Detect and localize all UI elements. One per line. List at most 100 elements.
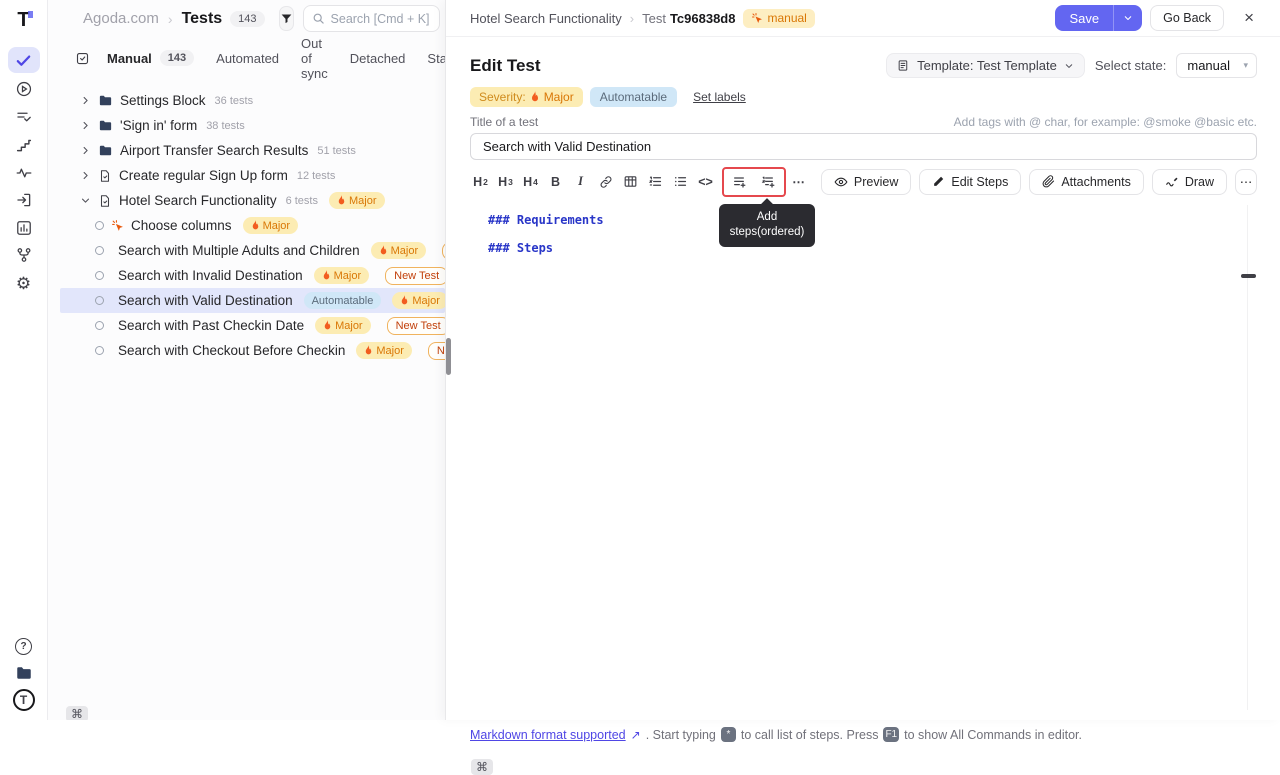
- actions-more-button[interactable]: ⋯: [1235, 169, 1257, 195]
- nav-settings[interactable]: ⚙: [8, 270, 40, 296]
- projects-button[interactable]: [8, 660, 40, 686]
- severity-label: Major: [349, 195, 377, 207]
- heading4-button[interactable]: H4: [520, 170, 541, 194]
- severity-badge[interactable]: Severity: Major: [470, 87, 583, 107]
- tree-folder-sign-in-form[interactable]: 'Sign in' form 38 tests: [48, 113, 445, 138]
- play-circle-icon: [15, 80, 33, 98]
- test-status-circle[interactable]: [95, 346, 104, 355]
- tree-test-past-checkin[interactable]: Search with Past Checkin Date Major New …: [48, 313, 445, 338]
- nav-plans[interactable]: [8, 104, 40, 130]
- save-options-button[interactable]: [1114, 5, 1142, 31]
- tab-out-of-sync[interactable]: Out of sync: [301, 36, 328, 81]
- nav-tests[interactable]: [8, 47, 40, 73]
- select-arrow-icon: ▾: [1243, 60, 1248, 71]
- link-button[interactable]: [595, 170, 616, 194]
- profile-button[interactable]: T: [8, 687, 40, 713]
- attachments-button[interactable]: Attachments: [1029, 169, 1143, 195]
- eye-icon: [834, 175, 848, 189]
- test-status-circle[interactable]: [95, 296, 104, 305]
- link-icon: [599, 175, 613, 189]
- tree-scrollbar-thumb[interactable]: [446, 338, 451, 375]
- markdown-editor[interactable]: ### Requirements ### Steps: [470, 206, 1257, 262]
- search-input[interactable]: [331, 12, 431, 26]
- state-select[interactable]: manual ▾: [1176, 53, 1257, 78]
- git-branch-icon: [15, 246, 33, 264]
- search-box[interactable]: [303, 5, 440, 32]
- tests-tree: Settings Block 36 tests 'Sign in' form 3…: [48, 88, 445, 363]
- markdown-help-link[interactable]: Markdown format supported: [470, 728, 626, 742]
- test-status-circle[interactable]: [95, 246, 104, 255]
- go-back-button[interactable]: Go Back: [1150, 5, 1224, 31]
- save-button[interactable]: Save: [1055, 5, 1113, 31]
- table-button[interactable]: [620, 170, 641, 194]
- nav-branches[interactable]: [8, 242, 40, 268]
- code-button[interactable]: <>: [695, 170, 716, 194]
- preview-button[interactable]: Preview: [821, 169, 911, 195]
- tree-test-valid-destination[interactable]: Search with Valid Destination Automatabl…: [60, 288, 445, 313]
- tab-starred[interactable]: Starred: [427, 51, 445, 66]
- draw-pen-icon: [1165, 175, 1179, 189]
- nav-analytics[interactable]: [8, 215, 40, 241]
- drawer-close-button[interactable]: ×: [1238, 8, 1260, 28]
- breadcrumb-section[interactable]: Tests: [182, 10, 223, 28]
- tree-suite-create-sign-up[interactable]: Create regular Sign Up form 12 tests: [48, 163, 445, 188]
- bold-button[interactable]: B: [545, 170, 566, 194]
- folder-count: 51 tests: [317, 145, 356, 157]
- test-title-input[interactable]: [470, 133, 1257, 160]
- tests-filter-tabs: Manual143 Automated Out of sync Detached…: [48, 44, 445, 72]
- nav-runs[interactable]: [8, 76, 40, 102]
- tab-manual[interactable]: Manual143: [107, 50, 194, 66]
- app-logo[interactable]: T: [8, 7, 40, 33]
- severity-badge: Major: [371, 242, 427, 259]
- breadcrumb-parent[interactable]: Hotel Search Functionality: [470, 11, 622, 26]
- tab-detached[interactable]: Detached: [350, 51, 406, 66]
- heading2-button[interactable]: H2: [470, 170, 491, 194]
- tests-count-badge: 143: [230, 11, 264, 27]
- icon-rail: T ⚙ ?: [0, 0, 48, 720]
- tree-folder-airport-transfer[interactable]: Airport Transfer Search Results 51 tests: [48, 138, 445, 163]
- breadcrumb-project[interactable]: Agoda.com: [83, 10, 159, 27]
- select-all-button[interactable]: [75, 51, 90, 66]
- test-name: Search with Past Checkin Date: [118, 318, 304, 333]
- bullet-list-button[interactable]: [670, 170, 691, 194]
- set-labels-link[interactable]: Set labels: [693, 90, 746, 104]
- severity-label: Major: [334, 270, 362, 282]
- test-status-circle[interactable]: [95, 321, 104, 330]
- italic-button[interactable]: I: [570, 170, 591, 194]
- editor-footer-hint: Markdown format supported ↗ . Start typi…: [470, 727, 1082, 742]
- tree-suite-hotel-search[interactable]: Hotel Search Functionality 6 tests Major: [48, 188, 445, 213]
- add-steps-ordered-button[interactable]: [758, 170, 779, 194]
- filter-button[interactable]: [279, 6, 294, 31]
- nav-import[interactable]: [8, 187, 40, 213]
- tree-test-choose-columns[interactable]: Choose columns Major: [48, 213, 445, 238]
- nav-steps[interactable]: [8, 132, 40, 158]
- heading3-button[interactable]: H3: [495, 170, 516, 194]
- add-steps-list-icon: [732, 174, 748, 190]
- severity-badge: Major: [314, 267, 370, 284]
- test-status-circle[interactable]: [95, 271, 104, 280]
- tree-test-multiple-adults[interactable]: Search with Multiple Adults and Children…: [48, 238, 445, 263]
- toolbar-more-button[interactable]: ⋯: [788, 170, 809, 194]
- automatable-badge[interactable]: Automatable: [590, 87, 677, 107]
- edit-steps-button[interactable]: Edit Steps: [919, 169, 1021, 195]
- draw-button[interactable]: Draw: [1152, 169, 1227, 195]
- test-id: Tc96838d8: [670, 11, 736, 26]
- manual-state-badge: manual: [743, 9, 814, 28]
- help-button[interactable]: ?: [8, 633, 40, 659]
- tree-test-checkout-before-checkin[interactable]: Search with Checkout Before Checkin Majo…: [48, 338, 445, 363]
- hint-text: to show All Commands in editor.: [904, 728, 1082, 742]
- tab-automated[interactable]: Automated: [216, 51, 279, 66]
- nav-pulse[interactable]: [8, 160, 40, 186]
- folder-icon: [98, 93, 113, 108]
- test-status-circle[interactable]: [95, 221, 104, 230]
- severity-badge: Major: [356, 342, 412, 359]
- editor-resize-handle[interactable]: [1241, 274, 1256, 278]
- folder-icon: [98, 143, 113, 158]
- add-steps-button[interactable]: [729, 170, 750, 194]
- suite-count: 6 tests: [286, 195, 318, 207]
- tree-folder-settings-block[interactable]: Settings Block 36 tests: [48, 88, 445, 113]
- tree-test-invalid-destination[interactable]: Search with Invalid Destination Major Ne…: [48, 263, 445, 288]
- automatable-badge: Automatable: [304, 292, 382, 309]
- template-dropdown[interactable]: Template: Test Template: [886, 53, 1085, 78]
- ordered-list-button[interactable]: [645, 170, 666, 194]
